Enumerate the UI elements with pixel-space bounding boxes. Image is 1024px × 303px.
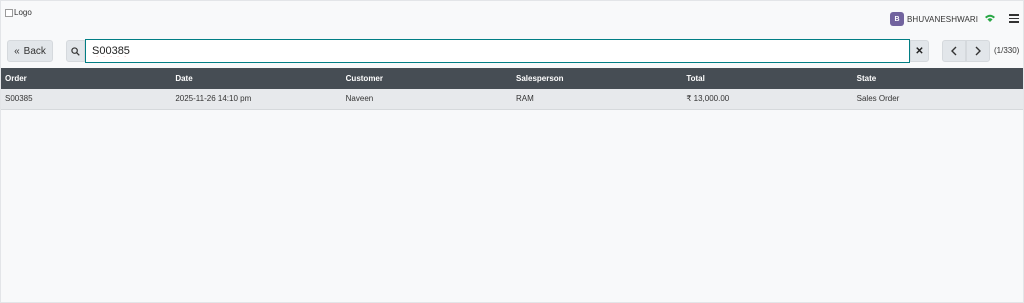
chevron-right-icon <box>975 46 981 56</box>
column-header-total[interactable]: Total <box>682 68 852 89</box>
table-header-row: Order Date Customer Salesperson Total St… <box>1 68 1023 89</box>
double-chevron-left-icon: « <box>14 45 20 57</box>
orders-table: Order Date Customer Salesperson Total St… <box>1 68 1023 110</box>
chevron-left-icon <box>951 46 957 56</box>
next-page-button[interactable] <box>966 40 990 62</box>
search-input[interactable] <box>85 39 910 63</box>
close-icon: ✕ <box>915 45 924 57</box>
cell-date: 2025-11-26 14:10 pm <box>175 94 252 104</box>
cell-order: S00385 <box>5 94 33 104</box>
column-header-customer[interactable]: Customer <box>342 68 512 89</box>
pager-count: (1/330) <box>994 46 1020 55</box>
column-header-state[interactable]: State <box>853 68 1023 89</box>
column-header-salesperson[interactable]: Salesperson <box>512 68 682 89</box>
avatar: B <box>890 12 904 26</box>
cell-salesperson: RAM <box>515 94 534 104</box>
back-button-label: Back <box>23 45 46 57</box>
search-icon <box>71 46 80 56</box>
search-icon-button[interactable] <box>66 40 85 62</box>
column-header-order[interactable]: Order <box>1 68 171 89</box>
column-header-date[interactable]: Date <box>171 68 341 89</box>
cell-state: Sales Order <box>856 94 900 104</box>
clear-search-button[interactable]: ✕ <box>910 40 929 62</box>
broken-image-icon <box>5 8 13 17</box>
back-button[interactable]: « Back <box>7 40 53 62</box>
cell-total: ₹ 13,000.00 <box>686 94 730 104</box>
logo[interactable]: Logo <box>5 8 32 17</box>
search-toolbar: « Back ✕ (1/330) <box>1 38 1023 64</box>
app-window: Logo B BHUVANESHWARI « Back ✕ <box>0 0 1024 303</box>
cell-customer: Naveen <box>345 94 374 104</box>
hamburger-menu-icon[interactable] <box>1009 14 1019 23</box>
logo-alt-text: Logo <box>14 8 32 17</box>
user-name: BHUVANESHWARI <box>907 14 979 24</box>
wifi-icon <box>985 14 995 22</box>
user-menu[interactable]: B BHUVANESHWARI <box>890 12 978 26</box>
previous-page-button[interactable] <box>942 40 966 62</box>
top-bar: Logo B BHUVANESHWARI <box>1 1 1023 33</box>
table-row[interactable]: S00385 2025-11-26 14:10 pm Naveen RAM ₹ … <box>1 89 1023 109</box>
